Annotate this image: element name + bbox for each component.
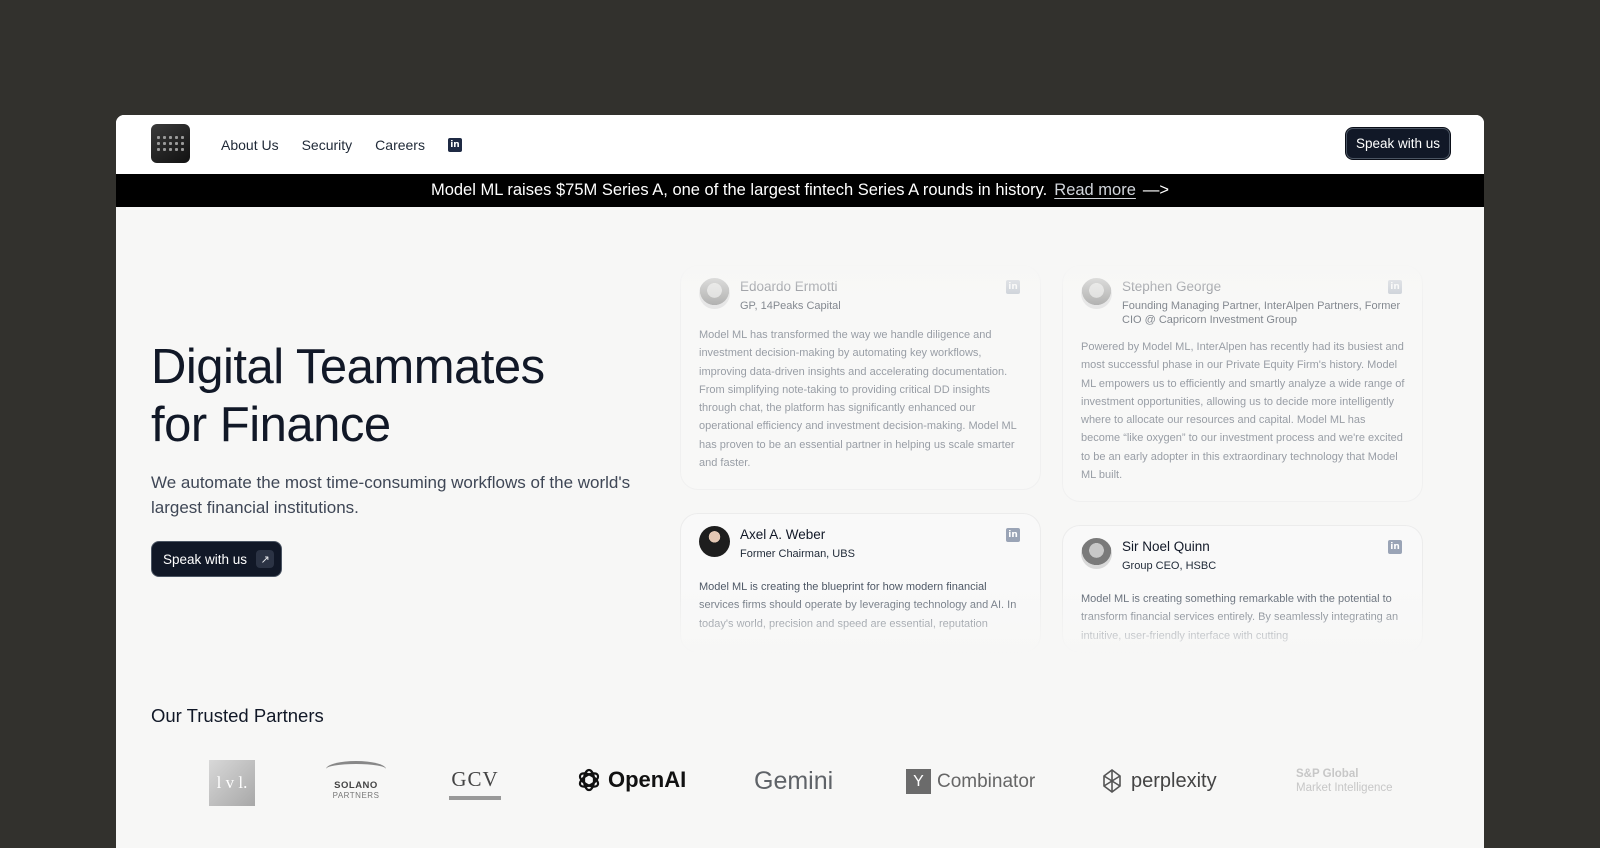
testimonial-name: Stephen George (1122, 279, 1222, 294)
testimonial-role: GP, 14Peaks Capital (740, 300, 841, 312)
wave-icon (326, 761, 386, 777)
avatar (1081, 538, 1112, 569)
testimonial-role: Founding Managing Partner, InterAlpen Pa… (1122, 300, 1401, 326)
sp-global-text: S&P Global (1296, 768, 1359, 780)
openai-icon (578, 768, 600, 792)
gemini-logo: Gemini (754, 767, 834, 795)
testimonial-role: Group CEO, HSBC (1122, 560, 1217, 572)
solano-logo: SOLANO PARTNERS (321, 761, 391, 801)
openai-logo: OpenAI (576, 767, 686, 793)
testimonial-quote: Model ML has transformed the way we hand… (699, 329, 1017, 470)
testimonial-quote: Powered by Model ML, InterAlpen has rece… (1081, 341, 1405, 482)
linkedin-icon[interactable]: in (1006, 280, 1020, 294)
partners-title: Our Trusted Partners (151, 705, 324, 726)
linkedin-icon[interactable]: in (1006, 528, 1020, 542)
partner-logos: l v l. SOLANO PARTNERS GCV OpenAI Gemini… (116, 755, 1484, 815)
gcv-logo: GCV (449, 767, 501, 800)
testimonial-card: Axel A. Weber Former Chairman, UBS in Mo… (680, 513, 1041, 653)
perplexity-logo: perplexity (1101, 769, 1217, 793)
y-mark-icon: Y (906, 769, 931, 794)
ycombinator-logo: Y Combinator (906, 769, 1035, 794)
lvl-logo: l v l. (209, 760, 255, 806)
testimonial-role: Former Chairman, UBS (740, 548, 855, 560)
testimonial-name: Axel A. Weber (740, 527, 826, 542)
avatar (1081, 278, 1112, 309)
solano-text: SOLANO (334, 780, 378, 791)
perplexity-icon (1103, 769, 1121, 793)
testimonial-quote: Model ML is creating the blueprint for h… (699, 581, 1017, 630)
linkedin-icon[interactable]: in (1388, 280, 1402, 294)
linkedin-icon[interactable]: in (1388, 540, 1402, 554)
perplexity-text: perplexity (1131, 769, 1217, 792)
avatar (699, 278, 730, 309)
page-frame: About Us Security Careers in Speak with … (116, 115, 1484, 848)
gcv-text: GCV (451, 767, 499, 791)
testimonial-card: Edoardo Ermotti GP, 14Peaks Capital in M… (680, 265, 1041, 490)
sp-global-logo: S&P Global Market Intelligence (1296, 767, 1393, 795)
ycombinator-text: Combinator (937, 770, 1036, 792)
testimonial-quote: Model ML is creating something remarkabl… (1081, 593, 1399, 642)
testimonials: Edoardo Ermotti GP, 14Peaks Capital in M… (116, 115, 1484, 848)
testimonial-name: Edoardo Ermotti (740, 279, 838, 294)
openai-text: OpenAI (608, 767, 687, 792)
testimonial-name: Sir Noel Quinn (1122, 539, 1210, 554)
solano-subtext: PARTNERS (332, 791, 380, 800)
testimonial-card: Sir Noel Quinn Group CEO, HSBC in Model … (1062, 525, 1423, 653)
testimonial-card: Stephen George Founding Managing Partner… (1062, 265, 1423, 502)
avatar (699, 526, 730, 557)
sp-global-subtext: Market Intelligence (1296, 782, 1393, 794)
